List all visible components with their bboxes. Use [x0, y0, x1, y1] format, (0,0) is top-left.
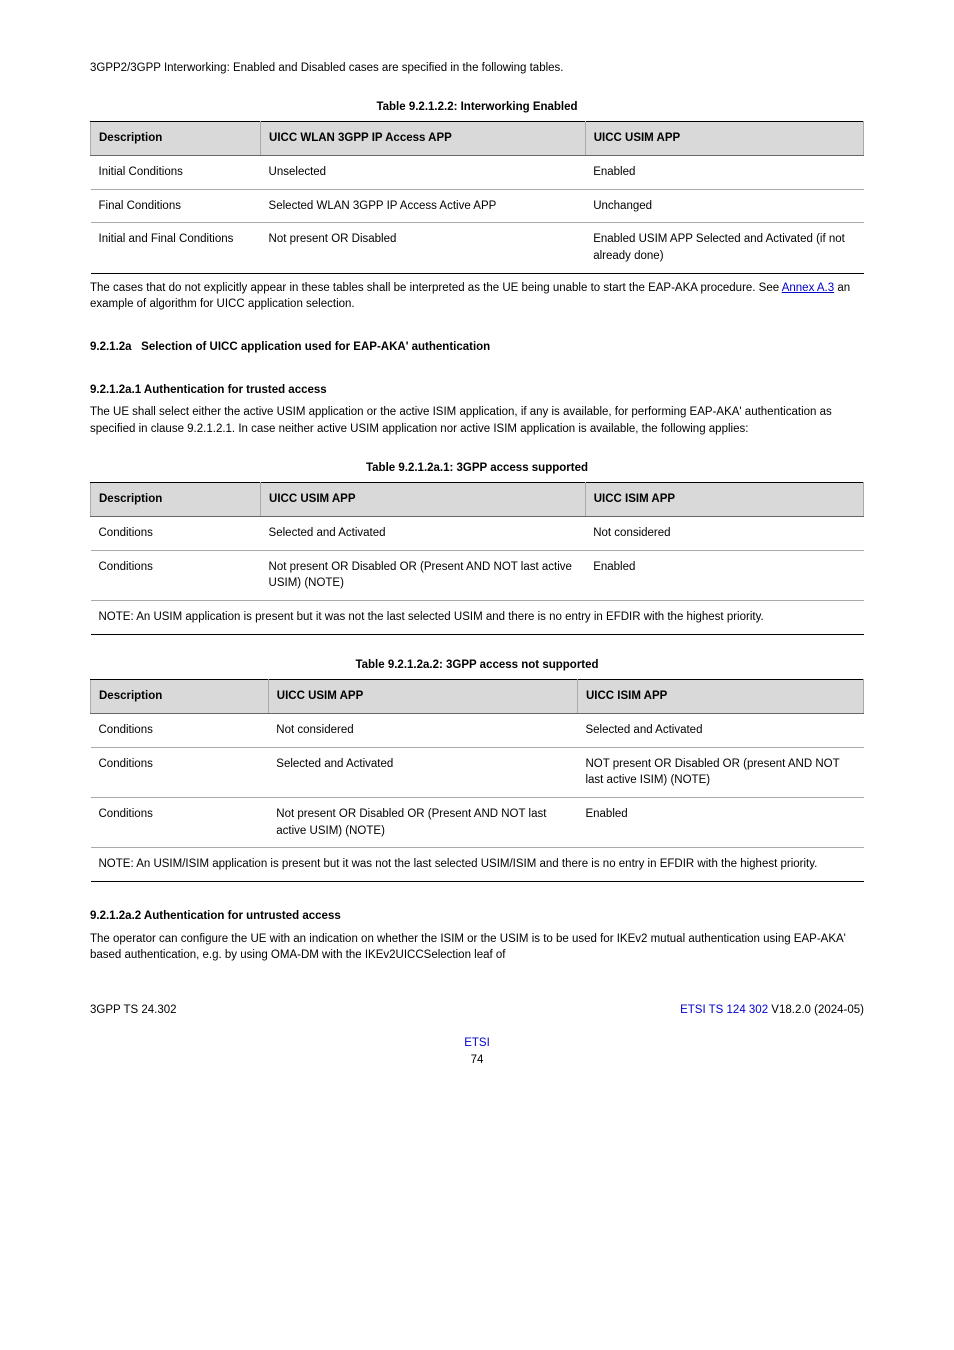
- table-cell: Unchanged: [585, 189, 863, 223]
- footer-right-link[interactable]: ETSI TS 124 302: [680, 1004, 771, 1016]
- section-heading-9212a: 9.2.1.2a Selection of UICC application u…: [90, 339, 864, 356]
- table-row: Conditions Selected and Activated Not co…: [91, 517, 864, 551]
- table-cell: Initial Conditions: [91, 156, 261, 190]
- table-cell: Not considered: [585, 517, 863, 551]
- note-pre-text: The cases that do not explicitly appear …: [90, 282, 779, 294]
- table-cell: Enabled: [585, 156, 863, 190]
- table122-followup-note: The cases that do not explicitly appear …: [90, 280, 864, 313]
- footer-center-link[interactable]: ETSI: [464, 1037, 490, 1049]
- table-cell: Enabled USIM APP Selected and Activated …: [585, 223, 863, 273]
- heading-text: Selection of UICC application used for E…: [141, 341, 490, 353]
- table-cell: Initial and Final Conditions: [91, 223, 261, 273]
- table-cell: Final Conditions: [91, 189, 261, 223]
- table-cell: Unselected: [261, 156, 586, 190]
- footer-right-text: ETSI TS 124 302 V18.2.0 (2024-05): [680, 1002, 864, 1019]
- section-body-9212a2: The operator can configure the UE with a…: [90, 931, 864, 964]
- table-cell: Conditions: [91, 747, 269, 797]
- table-cell: Selected and Activated: [261, 517, 586, 551]
- page-number: 74: [471, 1054, 484, 1066]
- table-title-122: Table 9.2.1.2.2: Interworking Enabled: [90, 99, 864, 116]
- table-row: Conditions Not present OR Disabled OR (P…: [91, 798, 864, 848]
- table-header: Description: [91, 483, 261, 517]
- table-cell: Conditions: [91, 550, 261, 600]
- table-cell: Not present OR Disabled: [261, 223, 586, 273]
- section-heading-9212a1: 9.2.1.2a.1 Authentication for trusted ac…: [90, 382, 864, 399]
- table-cell: NOT present OR Disabled OR (present AND …: [577, 747, 863, 797]
- table-cell: Conditions: [91, 714, 269, 748]
- table-row: Conditions Selected and Activated NOT pr…: [91, 747, 864, 797]
- table-header: UICC ISIM APP: [577, 680, 863, 714]
- table-header: UICC USIM APP: [268, 680, 577, 714]
- table-header: Description: [91, 122, 261, 156]
- footer-version: V18.2.0 (2024-05): [771, 1004, 864, 1016]
- table-cell: Not considered: [268, 714, 577, 748]
- table-header: UICC USIM APP: [261, 483, 586, 517]
- table-title-12a1: Table 9.2.1.2a.1: 3GPP access supported: [90, 460, 864, 477]
- table-header: UICC USIM APP: [585, 122, 863, 156]
- table-cell: Selected and Activated: [268, 747, 577, 797]
- table-row: Conditions Not considered Selected and A…: [91, 714, 864, 748]
- annex-link[interactable]: Annex A.3: [782, 282, 834, 294]
- intro-paragraph: 3GPP2/3GPP Interworking: Enabled and Dis…: [90, 60, 864, 77]
- table-cell: Conditions: [91, 517, 261, 551]
- page-footer: 3GPP TS 24.302 ETSI TS 124 302 V18.2.0 (…: [90, 1002, 864, 1068]
- table-row: NOTE: An USIM/ISIM application is presen…: [91, 848, 864, 882]
- section-body-9212a1: The UE shall select either the active US…: [90, 404, 864, 437]
- table-title-12a2: Table 9.2.1.2a.2: 3GPP access not suppor…: [90, 657, 864, 674]
- footer-left-text: 3GPP TS 24.302: [90, 1002, 177, 1019]
- table-header: UICC ISIM APP: [585, 483, 863, 517]
- table-cell: Conditions: [91, 798, 269, 848]
- table-cell: Selected and Activated: [577, 714, 863, 748]
- table-cell: Not present OR Disabled OR (Present AND …: [268, 798, 577, 848]
- table-row: NOTE: An USIM application is present but…: [91, 601, 864, 635]
- table-row: Initial and Final Conditions Not present…: [91, 223, 864, 273]
- table-note-cell: NOTE: An USIM/ISIM application is presen…: [91, 848, 864, 882]
- table-12a2: Description UICC USIM APP UICC ISIM APP …: [90, 679, 864, 882]
- table-12a1: Description UICC USIM APP UICC ISIM APP …: [90, 482, 864, 634]
- table-row: Conditions Not present OR Disabled OR (P…: [91, 550, 864, 600]
- table-note-cell: NOTE: An USIM application is present but…: [91, 601, 864, 635]
- table-row: Final Conditions Selected WLAN 3GPP IP A…: [91, 189, 864, 223]
- table-122: Description UICC WLAN 3GPP IP Access APP…: [90, 121, 864, 273]
- table-header: UICC WLAN 3GPP IP Access APP: [261, 122, 586, 156]
- table-row: Initial Conditions Unselected Enabled: [91, 156, 864, 190]
- table-header: Description: [91, 680, 269, 714]
- heading-number: 9.2.1.2a: [90, 341, 132, 353]
- section-heading-9212a2: 9.2.1.2a.2 Authentication for untrusted …: [90, 908, 864, 925]
- table-cell: Not present OR Disabled OR (Present AND …: [261, 550, 586, 600]
- table-cell: Enabled: [577, 798, 863, 848]
- table-cell: Enabled: [585, 550, 863, 600]
- table-cell: Selected WLAN 3GPP IP Access Active APP: [261, 189, 586, 223]
